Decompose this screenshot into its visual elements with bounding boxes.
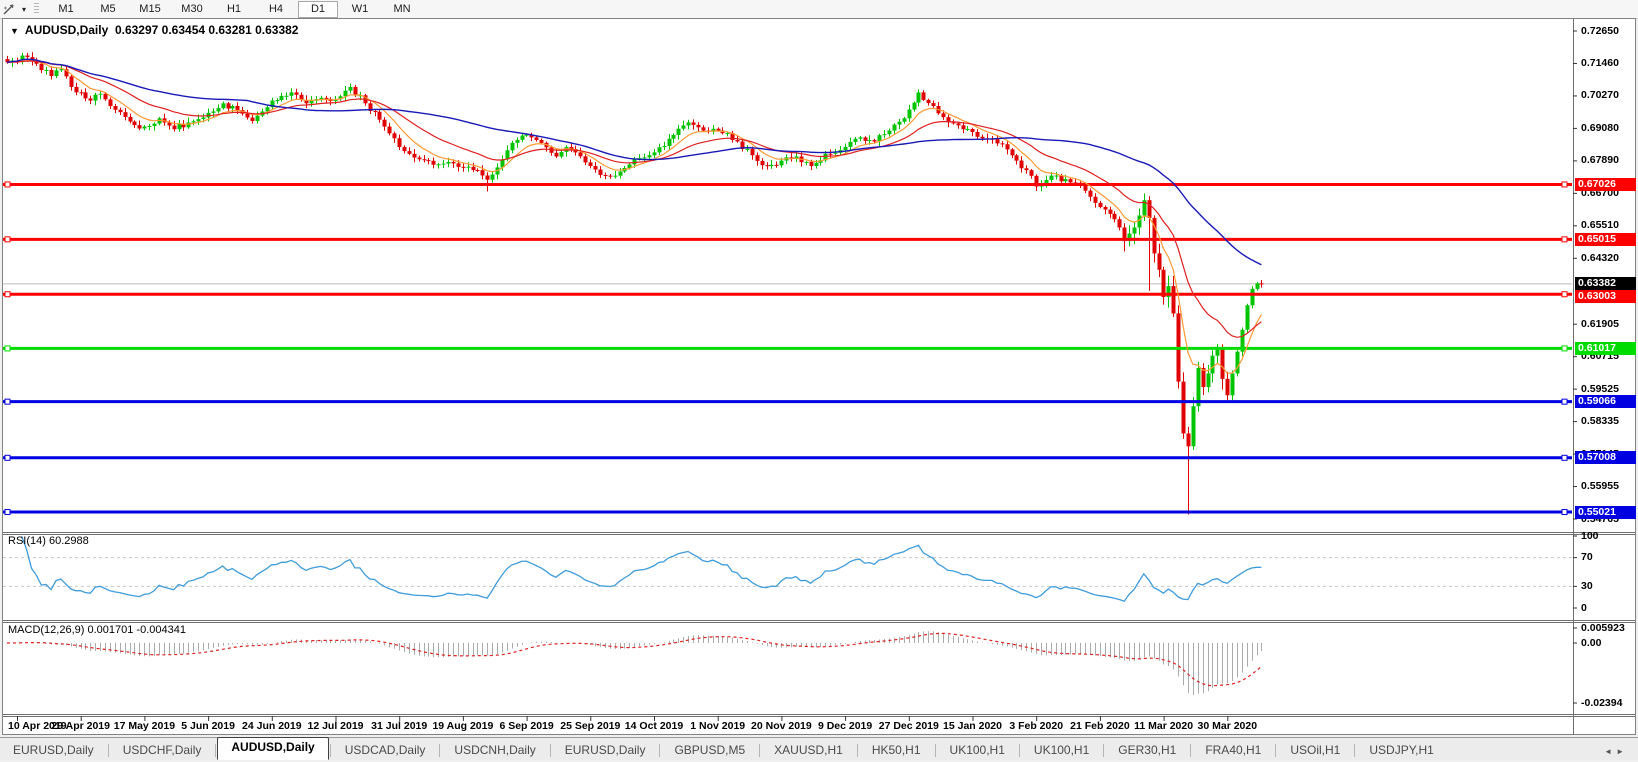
tab-divider bbox=[759, 744, 760, 757]
line-handle[interactable] bbox=[5, 399, 10, 404]
tab-divider bbox=[659, 744, 660, 757]
line-handle[interactable] bbox=[1562, 346, 1567, 351]
line-handle[interactable] bbox=[5, 510, 10, 515]
chart-tab-audusd-daily[interactable]: AUDUSD,Daily bbox=[217, 737, 328, 760]
line-handle[interactable] bbox=[1562, 399, 1567, 404]
tab-scroll-right-icon[interactable]: ► bbox=[1616, 747, 1628, 756]
tab-divider bbox=[439, 744, 440, 757]
line-handle[interactable] bbox=[5, 346, 10, 351]
chart-tab-eurusd-daily[interactable]: EURUSD,Daily bbox=[0, 740, 107, 760]
line-handle[interactable] bbox=[1562, 455, 1567, 460]
tab-divider bbox=[1019, 744, 1020, 757]
chart-tab-ger30-h1[interactable]: GER30,H1 bbox=[1105, 740, 1189, 760]
tab-divider bbox=[1103, 744, 1104, 757]
chart-tab-fra40-h1[interactable]: FRA40,H1 bbox=[1192, 740, 1274, 760]
chart-tab-xauusd-h1[interactable]: XAUUSD,H1 bbox=[761, 740, 856, 760]
tab-divider bbox=[1190, 744, 1191, 757]
tab-divider bbox=[1354, 744, 1355, 757]
line-handle[interactable] bbox=[1562, 237, 1567, 242]
line-handle[interactable] bbox=[1562, 182, 1567, 187]
tab-divider bbox=[1275, 744, 1276, 757]
tab-divider bbox=[330, 744, 331, 757]
tab-scroll-left-icon[interactable]: ◄ bbox=[1604, 747, 1616, 756]
mt4-window: ▾ M1M5M15M30H1H4D1W1MN ▼AUDUSD,Daily 0.6… bbox=[0, 0, 1638, 762]
line-handle[interactable] bbox=[5, 237, 10, 242]
chart-tab-hk50-h1[interactable]: HK50,H1 bbox=[859, 740, 934, 760]
tab-divider bbox=[215, 744, 216, 757]
chart-tab-usoil-h1[interactable]: USOil,H1 bbox=[1277, 740, 1353, 760]
chart-tab-gbpusd-m5[interactable]: GBPUSD,M5 bbox=[661, 740, 758, 760]
line-handle[interactable] bbox=[1562, 510, 1567, 515]
chart-tab-uk100-h1[interactable]: UK100,H1 bbox=[937, 740, 1018, 760]
line-handle[interactable] bbox=[5, 182, 10, 187]
line-handle[interactable] bbox=[1562, 292, 1567, 297]
tab-scroll-arrows: ◄► bbox=[1604, 747, 1628, 756]
chart-tab-eurusd-daily[interactable]: EURUSD,Daily bbox=[552, 740, 659, 760]
chart-tab-bar: EURUSD,DailyUSDCHF,DailyAUDUSD,DailyUSDC… bbox=[0, 737, 1638, 760]
chart-canvas[interactable] bbox=[0, 0, 1638, 762]
tab-divider bbox=[857, 744, 858, 757]
chart-tab-usdcnh-daily[interactable]: USDCNH,Daily bbox=[441, 740, 548, 760]
tab-divider bbox=[108, 744, 109, 757]
line-handle[interactable] bbox=[5, 292, 10, 297]
line-handle[interactable] bbox=[5, 455, 10, 460]
chart-tab-usdjpy-h1[interactable]: USDJPY,H1 bbox=[1356, 740, 1446, 760]
tab-divider bbox=[935, 744, 936, 757]
chart-tab-usdchf-daily[interactable]: USDCHF,Daily bbox=[110, 740, 215, 760]
tab-divider bbox=[550, 744, 551, 757]
chart-tab-uk100-h1[interactable]: UK100,H1 bbox=[1021, 740, 1102, 760]
chart-tab-usdcad-daily[interactable]: USDCAD,Daily bbox=[332, 740, 439, 760]
